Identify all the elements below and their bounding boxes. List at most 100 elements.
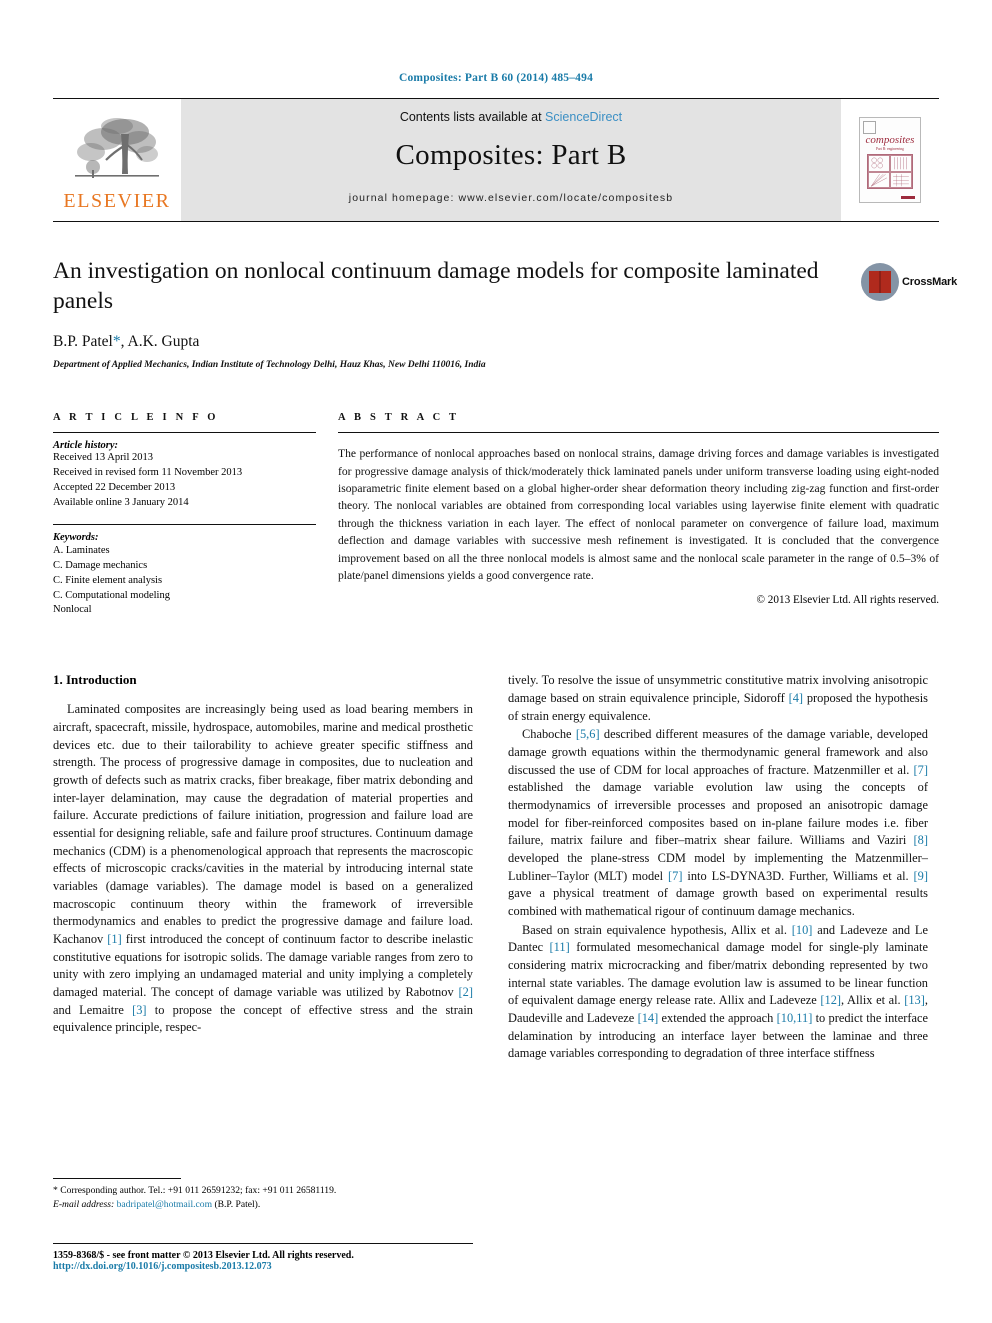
citation-ref[interactable]: [10,11] <box>777 1011 813 1025</box>
keyword-item: C. Finite element analysis <box>53 574 163 586</box>
contents-available-line: Contents lists available at ScienceDirec… <box>400 110 622 124</box>
abstract-heading: A B S T R A C T <box>338 412 460 424</box>
article-info-column: A R T I C L E I N F O Article history: R… <box>53 412 338 618</box>
page-title: An investigation on nonlocal continuum d… <box>53 258 819 315</box>
footnote-divider <box>53 1178 181 1179</box>
author-secondary: , A.K. Gupta <box>120 333 200 351</box>
citation-ref[interactable]: [5,6] <box>576 727 600 741</box>
divider <box>338 432 939 434</box>
paragraph-text: , Allix et al. <box>841 993 905 1008</box>
cover-cell <box>868 171 890 188</box>
paragraph-text: extended the approach <box>658 1011 777 1026</box>
citation-ref[interactable]: [4] <box>789 691 803 705</box>
citation-ref[interactable]: [1] <box>107 932 121 946</box>
crossmark-icon <box>861 263 899 301</box>
publisher-logo-block: ELSEVIER <box>53 99 181 221</box>
elsevier-wordmark: ELSEVIER <box>63 189 171 212</box>
footnote-block: * Corresponding author. Tel.: +91 011 26… <box>53 1178 473 1212</box>
cover-subtitle: Part B: engineering <box>876 147 904 151</box>
cover-artwork <box>867 154 913 189</box>
cover-cell <box>868 155 890 172</box>
section-heading-introduction: 1. Introduction <box>53 672 137 688</box>
paragraph-text: Laminated composites are increasingly be… <box>53 702 473 947</box>
contents-prefix: Contents lists available at <box>399 110 546 124</box>
cover-cell <box>890 155 912 172</box>
crossmark-badge[interactable]: CrossMark <box>861 260 957 304</box>
keyword-item: C. Damage mechanics <box>53 559 148 571</box>
corresponding-author-marker[interactable]: * <box>113 333 121 350</box>
citation-ref[interactable]: [2] <box>459 985 473 999</box>
cover-footer-mark <box>901 196 915 199</box>
email-link[interactable]: badripatel@hotmail.com <box>117 1199 212 1210</box>
author-primary: B.P. Patel <box>53 333 113 351</box>
sciencedirect-link[interactable]: ScienceDirect <box>545 110 622 124</box>
cover-fan-icon <box>870 173 887 186</box>
left-column: 1. Introduction Laminated composites are… <box>53 672 473 1064</box>
keywords-label: Keywords: <box>53 531 99 543</box>
info-abstract-row: A R T I C L E I N F O Article history: R… <box>53 412 939 618</box>
elsevier-logo: ELSEVIER <box>63 112 170 213</box>
citation-ref[interactable]: [7] <box>668 869 682 883</box>
journal-cover-block: composites Part B: engineering <box>841 99 939 221</box>
article-info-heading: A R T I C L E I N F O <box>53 412 219 424</box>
citation-ref[interactable]: [3] <box>132 1003 146 1017</box>
corresponding-author-note: * Corresponding author. Tel.: +91 011 26… <box>53 1185 337 1196</box>
history-online: Available online 3 January 2014 <box>53 496 189 508</box>
cover-circles-icon <box>871 157 883 169</box>
journal-title: Composites: Part B <box>395 139 627 171</box>
issn-copyright-line: 1359-8368/$ - see front matter © 2013 El… <box>53 1250 354 1261</box>
email-owner: (B.P. Patel). <box>214 1198 261 1210</box>
citation-ref[interactable]: [11] <box>550 940 570 954</box>
paragraph: Laminated composites are increasingly be… <box>53 701 473 1037</box>
citation-ref[interactable]: [12] <box>820 993 841 1007</box>
paragraph-text: Based on strain equivalence hypothesis, … <box>522 922 792 937</box>
article-history-label: Article history: <box>53 440 119 452</box>
citation-ref[interactable]: [13] <box>904 993 925 1007</box>
elsevier-tree-icon <box>74 117 159 178</box>
footer-divider <box>53 1243 473 1244</box>
cover-title: composites <box>865 134 915 146</box>
paragraph-text: Chaboche <box>522 727 576 742</box>
paragraph: Chaboche [5,6] described different measu… <box>508 726 928 920</box>
affiliation: Department of Applied Mechanics, Indian … <box>53 360 486 371</box>
paper-page: Composites: Part B 60 (2014) 485–494 ELS… <box>0 0 992 1323</box>
keyword-item: Nonlocal <box>53 604 92 616</box>
abstract-column: A B S T R A C T The performance of nonlo… <box>338 412 939 618</box>
author-list: B.P. Patel*, A.K. Gupta <box>53 333 939 351</box>
divider <box>53 523 316 525</box>
citation-ref[interactable]: [8] <box>914 833 928 847</box>
paragraph-text: gave a physical treatment of damage grow… <box>508 886 928 919</box>
paragraph: tively. To resolve the issue of unsymmet… <box>508 672 928 725</box>
email-note: E-mail address: badripatel@hotmail.com (… <box>53 1198 473 1212</box>
masthead-center: Contents lists available at ScienceDirec… <box>181 99 841 221</box>
keyword-item: C. Computational modeling <box>53 589 170 601</box>
divider <box>53 432 316 434</box>
footer-block: 1359-8368/$ - see front matter © 2013 El… <box>53 1243 573 1272</box>
body-columns: 1. Introduction Laminated composites are… <box>53 672 939 1064</box>
crossmark-label: CrossMark <box>902 276 958 288</box>
abstract-copyright: © 2013 Elsevier Ltd. All rights reserved… <box>756 594 940 607</box>
crossmark-book-icon <box>869 271 891 293</box>
right-column: tively. To resolve the issue of unsymmet… <box>508 672 928 1064</box>
citation-ref[interactable]: [14] <box>638 1011 659 1025</box>
cover-grid-icon <box>893 173 909 186</box>
cover-cell <box>890 171 912 188</box>
abstract-text: The performance of nonlocal approaches b… <box>338 447 939 582</box>
email-label: E-mail address: <box>53 1198 115 1210</box>
paragraph: Based on strain equivalence hypothesis, … <box>508 922 928 1063</box>
title-block: CrossMark An investigation on nonlocal c… <box>53 256 957 371</box>
history-accepted: Accepted 22 December 2013 <box>53 481 176 493</box>
doi-link[interactable]: http://dx.doi.org/10.1016/j.compositesb.… <box>53 1261 573 1272</box>
citation-ref[interactable]: [10] <box>792 923 813 937</box>
history-received: Received 13 April 2013 <box>53 452 154 464</box>
paragraph-text: and Lemaitre <box>53 1002 133 1017</box>
citation-ref[interactable]: [9] <box>914 869 928 883</box>
cover-publisher-mark <box>863 121 876 134</box>
journal-homepage[interactable]: journal homepage: www.elsevier.com/locat… <box>349 192 673 204</box>
cover-bars-icon <box>894 157 907 170</box>
paragraph-text: into LS-DYNA3D. Further, Williams et al. <box>682 868 914 883</box>
citation-ref[interactable]: [7] <box>914 763 928 777</box>
journal-masthead: ELSEVIER Contents lists available at Sci… <box>53 98 939 222</box>
running-head: Composites: Part B 60 (2014) 485–494 <box>398 72 594 84</box>
journal-cover-thumbnail: composites Part B: engineering <box>859 117 921 203</box>
